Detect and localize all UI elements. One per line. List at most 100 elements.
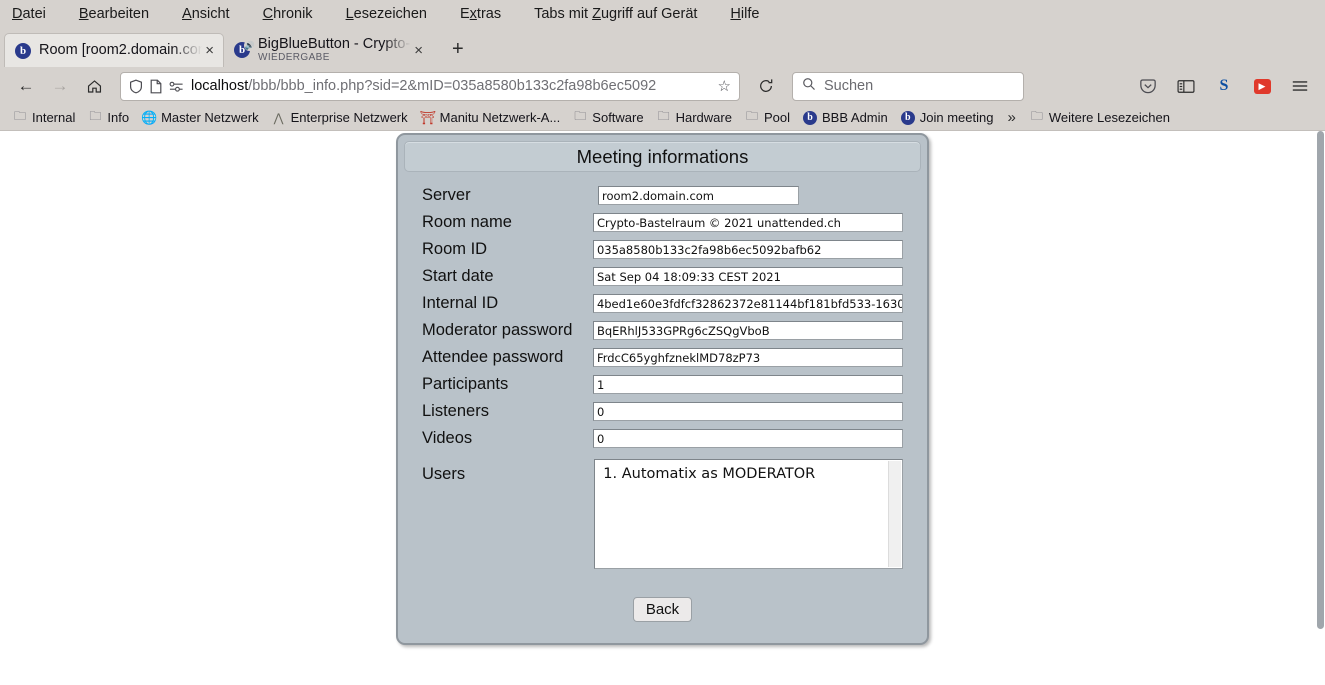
navigation-toolbar: ← → localhost/bbb/bbb_info.php?sid=2&mID… bbox=[0, 67, 1325, 105]
search-box[interactable]: Suchen bbox=[792, 71, 1024, 101]
bookmarks-overflow-icon[interactable]: » bbox=[1001, 109, 1021, 126]
reload-icon[interactable] bbox=[750, 71, 782, 101]
textarea-scrollbar[interactable] bbox=[888, 461, 901, 567]
tab-room[interactable]: b Room [room2.domain.com] × bbox=[4, 33, 224, 67]
page-icon[interactable] bbox=[150, 79, 162, 94]
room-id-input[interactable]: 035a8580b133c2fa98b6ec5092bafb62 bbox=[592, 240, 903, 259]
start-date-input[interactable]: Sat Sep 04 18:09:33 CEST 2021 bbox=[592, 267, 903, 286]
participants-input[interactable]: 1 bbox=[592, 375, 903, 394]
permissions-icon[interactable] bbox=[169, 80, 184, 93]
pocket-icon[interactable] bbox=[1133, 72, 1163, 100]
bookmark-manitu[interactable]: ⛩ Manitu Netzwerk-A... bbox=[416, 108, 566, 127]
search-placeholder: Suchen bbox=[824, 78, 874, 94]
tab-playing-label: WIEDERGABE bbox=[258, 51, 330, 63]
bbb-icon: b bbox=[900, 110, 915, 125]
videos-input[interactable]: 0 bbox=[592, 429, 903, 448]
field-row-videos: Videos 0 bbox=[422, 425, 903, 452]
field-row-listeners: Listeners 0 bbox=[422, 398, 903, 425]
tab-title: Room [room2.domain.com] bbox=[39, 42, 203, 58]
menu-item-chronik[interactable]: Chronik bbox=[263, 6, 313, 22]
bookmark-master-netzwerk[interactable]: 🌐 Master Netzwerk bbox=[137, 108, 264, 127]
field-label: Listeners bbox=[422, 402, 489, 420]
folder-icon: 🗀 bbox=[657, 109, 670, 123]
users-textarea[interactable]: 1. Automatix as MODERATOR bbox=[594, 459, 903, 569]
bookmark-label: Pool bbox=[763, 110, 790, 125]
back-icon[interactable]: ← bbox=[10, 71, 42, 101]
field-row-internal-id: Internal ID 4bed1e60e3fdfcf32862372e8114… bbox=[422, 290, 903, 317]
bookmark-enterprise-netzwerk[interactable]: ⋀ Enterprise Netzwerk bbox=[267, 108, 413, 127]
new-tab-button[interactable]: + bbox=[446, 38, 470, 61]
bookmark-label: BBB Admin bbox=[822, 110, 888, 125]
field-label: Users bbox=[422, 465, 466, 483]
app-menu-icon[interactable] bbox=[1285, 72, 1315, 100]
server-input[interactable]: room2.domain.com bbox=[598, 186, 799, 205]
back-button-row: Back bbox=[422, 597, 903, 622]
bookmark-hardware[interactable]: 🗀 Hardware bbox=[652, 108, 737, 127]
field-label: Server bbox=[422, 186, 471, 204]
moderator-password-input[interactable]: BqERhlJ533GPRg6cZSQgVboB bbox=[592, 321, 903, 340]
tab-title: BigBlueButton - Crypto-B bbox=[258, 36, 412, 52]
fields-container: Server room2.domain.com Room name Crypto… bbox=[404, 172, 921, 622]
page-content: Meeting informations Server room2.domain… bbox=[0, 131, 1325, 685]
folder-icon: 🗀 bbox=[1030, 109, 1043, 123]
address-bar[interactable]: localhost/bbb/bbb_info.php?sid=2&mID=035… bbox=[120, 71, 740, 101]
field-label: Room name bbox=[422, 213, 512, 231]
room-name-input[interactable]: Crypto-Bastelraum © 2021 unattended.ch bbox=[592, 213, 903, 232]
browser-window: DDateiatei Bearbeiten Ansicht Chronik Le… bbox=[0, 0, 1325, 685]
listeners-input[interactable]: 0 bbox=[592, 402, 903, 421]
folder-icon: 🗀 bbox=[574, 109, 587, 123]
field-row-moderator-password: Moderator password BqERhlJ533GPRg6cZSQgV… bbox=[422, 317, 903, 344]
shield-icon[interactable] bbox=[129, 79, 143, 94]
skype-s-icon[interactable]: S bbox=[1209, 72, 1239, 100]
attendee-password-input[interactable]: FrdcC65yghfzneklMD78zP73 bbox=[592, 348, 903, 367]
bookmark-other-bookmarks[interactable]: 🗀 Weitere Lesezeichen bbox=[1025, 108, 1175, 127]
menu-item-tabs-geraet[interactable]: Tabs mit Zugriff auf Gerät bbox=[534, 6, 697, 22]
field-label: Videos bbox=[422, 429, 473, 447]
field-row-attendee-password: Attendee password FrdcC65yghfzneklMD78zP… bbox=[422, 344, 903, 371]
browser-chrome: DDateiatei Bearbeiten Ansicht Chronik Le… bbox=[0, 0, 1325, 131]
bookmark-join-meeting[interactable]: b Join meeting bbox=[896, 108, 999, 127]
field-label: Participants bbox=[422, 375, 509, 393]
bookmark-internal[interactable]: 🗀 Internal bbox=[8, 108, 80, 127]
bookmark-bbb-admin[interactable]: b BBB Admin bbox=[798, 108, 893, 127]
menu-item-hilfe[interactable]: Hilfe bbox=[730, 6, 759, 22]
page-scrollbar-thumb[interactable] bbox=[1317, 131, 1324, 629]
bookmark-label: Join meeting bbox=[919, 110, 994, 125]
field-label: Room ID bbox=[422, 240, 488, 258]
speaker-icon[interactable]: 🔊 bbox=[244, 40, 255, 51]
bookmark-software[interactable]: 🗀 Software bbox=[568, 108, 648, 127]
field-row-room-name: Room name Crypto-Bastelraum © 2021 unatt… bbox=[422, 209, 903, 236]
bookmark-label: Software bbox=[592, 110, 644, 125]
meeting-informations-panel: Meeting informations Server room2.domain… bbox=[396, 133, 929, 645]
page-title: Meeting informations bbox=[404, 141, 921, 172]
internal-id-input[interactable]: 4bed1e60e3fdfcf32862372e81144bf181bfd533… bbox=[592, 294, 903, 313]
sidebar-icon[interactable] bbox=[1171, 72, 1201, 100]
bookmark-star-icon[interactable]: ☆ bbox=[718, 77, 731, 95]
close-icon[interactable]: × bbox=[411, 43, 426, 58]
toolbar-icons: S ▶ bbox=[1133, 72, 1315, 100]
bbb-favicon-icon: b bbox=[15, 42, 31, 59]
close-icon[interactable]: × bbox=[202, 43, 217, 58]
page-scrollbar[interactable] bbox=[1316, 131, 1325, 685]
field-row-users: Users 1. Automatix as MODERATOR bbox=[422, 459, 903, 569]
manitu-icon: ⛩ bbox=[419, 109, 436, 125]
bookmark-pool[interactable]: 🗀 Pool bbox=[740, 108, 795, 127]
folder-icon: 🗀 bbox=[745, 109, 758, 123]
back-button[interactable]: Back bbox=[632, 597, 693, 622]
menu-item-ansicht[interactable]: Ansicht bbox=[182, 6, 230, 22]
menu-item-bearbeiten[interactable]: Bearbeiten bbox=[79, 6, 149, 22]
url-path: /bbb/bbb_info.php?sid=2&mID=035a8580b133… bbox=[248, 78, 657, 94]
bbb-icon: b bbox=[803, 110, 817, 125]
menu-item-extras[interactable]: Extras bbox=[460, 6, 501, 22]
menu-item-lesezeichen[interactable]: Lesezeichen bbox=[346, 6, 427, 22]
bookmark-info[interactable]: 🗀 Info bbox=[83, 108, 134, 127]
bookmark-label: Master Netzwerk bbox=[161, 110, 259, 125]
home-icon[interactable] bbox=[78, 71, 110, 101]
field-label: Start date bbox=[422, 267, 494, 285]
tab-bigbluebutton[interactable]: b 🔊 BigBlueButton - Crypto-B WIEDERGABE … bbox=[224, 33, 432, 67]
youtube-icon[interactable]: ▶ bbox=[1247, 72, 1277, 100]
tab-strip: b Room [room2.domain.com] × b 🔊 BigBlueB… bbox=[0, 27, 1325, 67]
field-row-participants: Participants 1 bbox=[422, 371, 903, 398]
menu-item-datei[interactable]: DDateiatei bbox=[12, 6, 46, 22]
url-text[interactable]: localhost/bbb/bbb_info.php?sid=2&mID=035… bbox=[191, 78, 711, 94]
